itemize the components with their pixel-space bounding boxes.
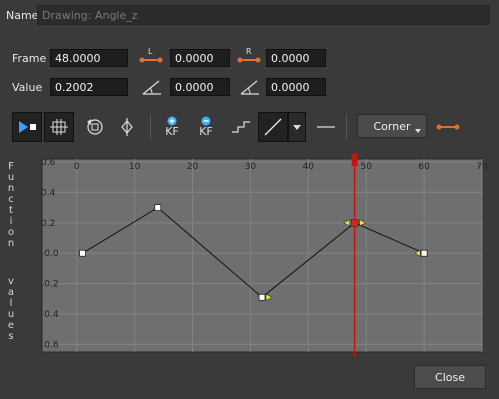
keyframe-point	[154, 204, 162, 212]
grid-snap-button[interactable]	[44, 112, 74, 142]
playhead-handle	[351, 154, 358, 166]
corner-dropdown-arrow-icon	[415, 129, 421, 133]
linear-interp-button[interactable]	[258, 112, 288, 142]
keyframe-point	[420, 249, 428, 257]
y-tick-label: -0.4	[41, 310, 59, 320]
right-angle-svg	[240, 80, 259, 95]
transform-button[interactable]	[112, 112, 142, 142]
keyframe-point	[258, 293, 266, 301]
right-angle-field[interactable]: 0.0000	[266, 78, 326, 96]
side-char: a	[7, 287, 15, 298]
remove-keyframe-label: KF	[199, 125, 213, 138]
frame-label: Frame	[12, 52, 47, 65]
x-tick-label: 20	[187, 162, 199, 172]
value-field[interactable]: 0.2002	[50, 78, 128, 96]
keyframe-point	[79, 249, 86, 257]
name-field[interactable]: Drawing: Angle_z	[37, 5, 490, 25]
select-tool-button[interactable]	[12, 112, 42, 142]
grid-icon	[50, 119, 68, 135]
rotate-view-button[interactable]	[80, 112, 110, 142]
side-char: n	[7, 238, 15, 249]
plot-area	[41, 158, 483, 353]
x-tick-label: 0	[74, 162, 80, 172]
right-handle-svg: R	[237, 47, 261, 63]
side-char: u	[7, 172, 15, 183]
x-tick-label: 10	[129, 162, 141, 172]
side-char: e	[7, 320, 15, 331]
right-handle-letter: R	[246, 47, 252, 56]
remove-keyframe-button[interactable]: KF	[191, 112, 221, 142]
side-char: n	[7, 183, 15, 194]
function-graph[interactable]: 0 10 20 30 40 50 60 70 0.6 0.4 0.2 -0.0 -0.2 -0.4 -0.6	[22, 154, 487, 357]
step-icon	[232, 121, 250, 133]
side-char: i	[9, 216, 13, 227]
left-handle-letter: L	[148, 47, 153, 56]
rotate-icon	[87, 119, 103, 135]
linear-icon	[264, 118, 282, 136]
y-tick-label: 0.6	[41, 158, 56, 168]
flat-line-icon	[317, 126, 335, 128]
left-handle-svg: L	[139, 47, 163, 63]
side-char: v	[8, 276, 14, 287]
side-label-function: F u n c t i o n	[6, 161, 16, 249]
close-button[interactable]: Close	[414, 365, 486, 389]
select-icon	[19, 121, 36, 133]
side-label-values: v a l u e s	[6, 276, 16, 342]
y-tick-label: 0.4	[41, 188, 56, 198]
x-tick-label: 40	[303, 162, 315, 172]
side-char: t	[9, 205, 13, 216]
y-tick-label: 0.2	[41, 219, 55, 229]
value-label: Value	[12, 81, 43, 94]
add-keyframe-label: KF	[165, 125, 179, 138]
handle-line-icon	[436, 124, 460, 130]
toolbar-separator	[150, 114, 151, 140]
x-tick-label: 50	[360, 162, 372, 172]
keyframe-point-selected	[350, 219, 359, 227]
side-char: u	[7, 309, 15, 320]
transform-icon	[121, 118, 133, 136]
interp-dropdown-button[interactable]	[288, 112, 306, 142]
side-char: s	[8, 331, 14, 342]
ease-line-button[interactable]	[311, 112, 341, 142]
x-tick-label: 30	[245, 162, 257, 172]
corner-dropdown[interactable]: Corner	[357, 114, 427, 138]
right-handle-icon: R	[236, 45, 262, 67]
add-keyframe-button[interactable]: KF	[157, 112, 187, 142]
stop-motion-button[interactable]	[226, 112, 256, 142]
right-handle-field[interactable]: 0.0000	[266, 49, 326, 67]
x-tick-label: 70	[476, 162, 487, 172]
corner-dropdown-label: Corner	[373, 119, 411, 133]
side-char: c	[8, 194, 14, 205]
side-char: F	[8, 161, 14, 172]
chevron-down-icon	[293, 125, 301, 130]
close-button-label: Close	[435, 370, 465, 384]
side-char: l	[9, 298, 13, 309]
left-angle-field[interactable]: 0.0000	[170, 78, 230, 96]
frame-field[interactable]: 48.0000	[50, 49, 128, 67]
toolbar-separator-2	[346, 114, 347, 140]
handle-toggle-button[interactable]	[433, 112, 463, 142]
left-angle-icon	[140, 76, 164, 98]
left-handle-icon: L	[138, 45, 164, 67]
y-tick-label: -0.2	[41, 280, 59, 290]
right-angle-icon	[238, 76, 262, 98]
left-angle-svg	[142, 80, 161, 95]
side-char: o	[7, 227, 15, 238]
name-label: Name	[6, 9, 39, 22]
left-handle-field[interactable]: 0.0000	[170, 49, 230, 67]
y-tick-label: -0.6	[41, 340, 59, 350]
y-tick-label: -0.0	[41, 249, 59, 259]
x-tick-label: 60	[418, 162, 430, 172]
